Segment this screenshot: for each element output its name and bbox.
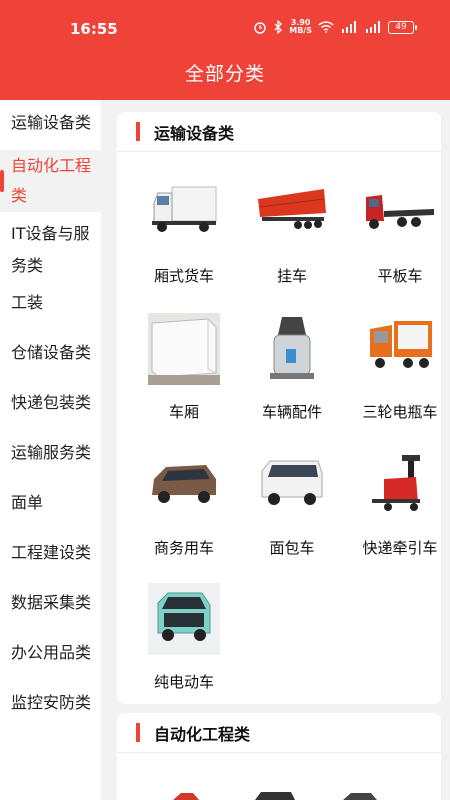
product-label: 商务用车 (153, 539, 214, 557)
sidebar-item-office-supplies[interactable]: 办公用品类 (0, 638, 101, 668)
tow-tractor-image (364, 449, 436, 521)
sidebar-item-automation-engineering[interactable]: 自动化工程类 (0, 150, 101, 212)
sidebar-item-warehouse-equipment[interactable]: 仓储设备类 (0, 338, 101, 368)
product-label: 快递牵引车 (362, 539, 438, 557)
sidebar-item-it-equipment-services[interactable]: IT设备与服务类 (0, 218, 101, 275)
flatbed-truck-image (364, 177, 436, 249)
product-label: 面包车 (269, 539, 315, 557)
sidebar-item-label: 仓储设备类 (11, 343, 92, 362)
section-title: 自动化工程类 (154, 725, 251, 744)
section-title: 运输设备类 (154, 124, 235, 143)
status-time: 16:55 (70, 20, 118, 38)
status-bar: 16:55 3.90 MB/S 49 (0, 0, 450, 56)
product-item-vehicle-parts[interactable]: 车辆配件 (238, 313, 346, 449)
sidebar-item-data-collection[interactable]: 数据采集类 (0, 588, 101, 618)
bluetooth-icon (274, 20, 283, 34)
mpv-image (148, 449, 220, 521)
sidebar-item-label: 自动化工程类 (11, 156, 92, 205)
electric-tricycle-image (364, 313, 436, 385)
product-item-flatbed-truck[interactable]: 平板车 (346, 177, 441, 313)
signal-4g-icon (366, 21, 380, 33)
category-sidebar: 运输设备类 自动化工程类 IT设备与服务类 工装 仓储设备类 快递包装类 运输服… (0, 100, 101, 800)
sidebar-item-security-monitoring[interactable]: 监控安防类 (0, 688, 101, 718)
product-label: 厢式货车 (153, 267, 214, 285)
product-label: 车厢 (168, 403, 199, 421)
product-item-electric-tricycle[interactable]: 三轮电瓶车 (346, 313, 441, 449)
sidebar-item-tooling[interactable]: 工装 (0, 288, 101, 318)
sidebar-item-label: 工装 (11, 293, 44, 312)
mini-ev-image (148, 583, 220, 655)
product-item-express-tow-tractor[interactable]: 快递牵引车 (346, 449, 441, 585)
sidebar-item-label: 数据采集类 (11, 593, 92, 612)
page-title: 全部分类 (184, 63, 265, 85)
product-label: 车辆配件 (261, 403, 322, 421)
signal-5g-icon (342, 21, 356, 33)
product-label: 挂车 (276, 267, 307, 285)
alarm-icon (254, 22, 266, 34)
sidebar-item-waybill[interactable]: 面单 (0, 488, 101, 518)
product-label: 三轮电瓶车 (362, 403, 438, 421)
section-header: 自动化工程类 (117, 713, 441, 753)
product-label: 平板车 (377, 267, 423, 285)
product-item-minivan[interactable]: 面包车 (238, 449, 346, 585)
sidebar-item-label: 监控安防类 (11, 693, 92, 712)
minivan-image (256, 449, 328, 521)
product-item-cargo-box[interactable]: 车厢 (130, 313, 238, 449)
network-speed: 3.90 MB/S (289, 18, 312, 35)
product-thumbnails-partial (173, 792, 377, 800)
sidebar-item-label: 运输服务类 (11, 443, 92, 462)
product-item-business-vehicle[interactable]: 商务用车 (130, 449, 238, 585)
sidebar-item-label: 面单 (11, 493, 44, 512)
product-item-box-truck[interactable]: 厢式货车 (130, 177, 238, 313)
wifi-icon (318, 21, 334, 33)
active-indicator (0, 170, 4, 192)
sidebar-item-label: 快递包装类 (11, 393, 92, 412)
sidebar-item-label: IT设备与服务类 (11, 224, 90, 275)
section-marker (136, 122, 140, 141)
sidebar-item-construction[interactable]: 工程建设类 (0, 538, 101, 568)
section-marker (136, 723, 140, 742)
status-icons: 3.90 MB/S 49 (253, 18, 417, 35)
sidebar-item-label: 工程建设类 (11, 543, 92, 562)
app-header: 16:55 3.90 MB/S 49 全部分类 (0, 0, 450, 100)
section-header: 运输设备类 (117, 112, 441, 152)
sidebar-item-express-packaging[interactable]: 快递包装类 (0, 388, 101, 418)
vehicle-part-image (256, 313, 328, 385)
product-item-pure-electric-vehicle[interactable]: 纯电动车 (130, 583, 238, 704)
sidebar-item-transport-services[interactable]: 运输服务类 (0, 438, 101, 468)
category-section-transport: 运输设备类 厢式货车 挂车 平板车 车厢 车辆配件 三轮电瓶车 商务用车 面包车… (117, 112, 441, 704)
trailer-image (256, 177, 328, 249)
product-label: 纯电动车 (153, 673, 214, 691)
sidebar-item-transport-equipment[interactable]: 运输设备类 (0, 108, 101, 152)
product-item-trailer[interactable]: 挂车 (238, 177, 346, 313)
sidebar-item-label: 办公用品类 (11, 643, 92, 662)
category-section-automation: 自动化工程类 (117, 713, 441, 800)
box-truck-image (148, 177, 220, 249)
battery-icon: 49 (388, 20, 417, 34)
sidebar-item-label: 运输设备类 (11, 113, 92, 132)
cargo-box-image (148, 313, 220, 385)
